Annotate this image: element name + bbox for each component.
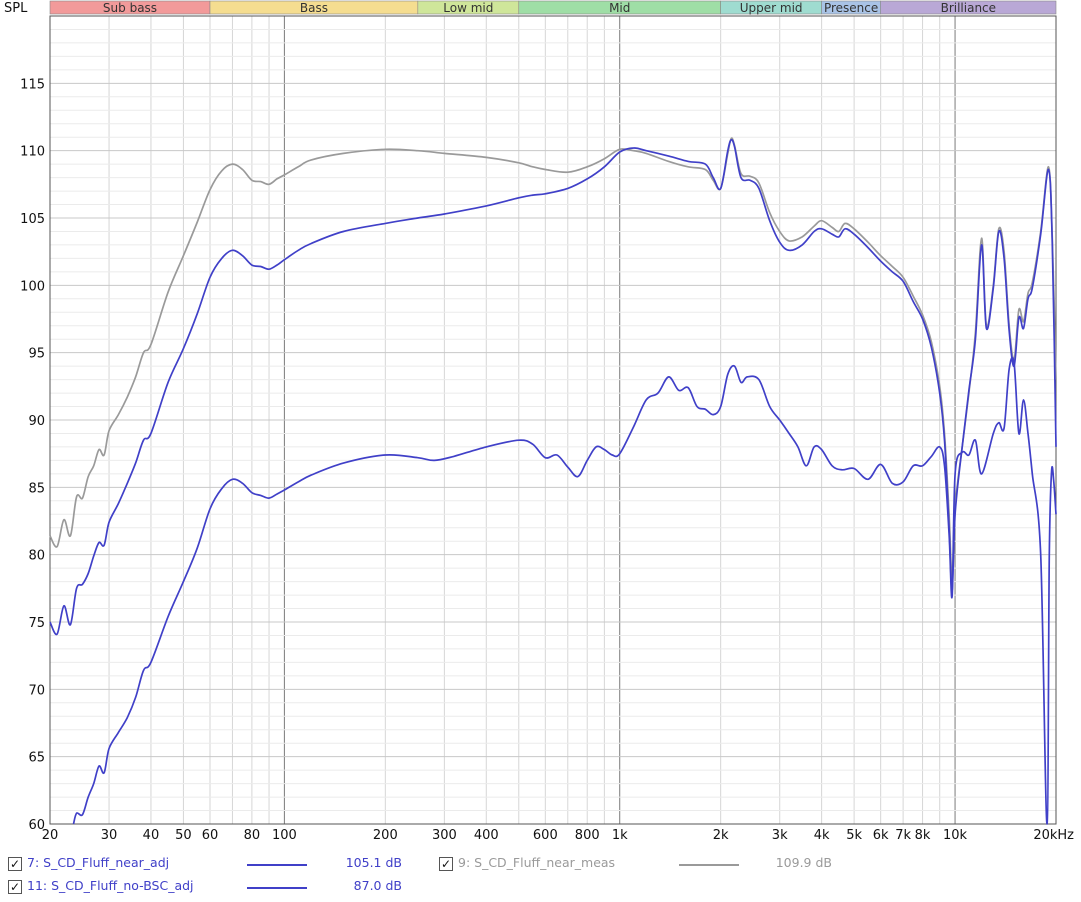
x-tick-label: 400 — [474, 828, 499, 843]
legend-value: 87.0 dB — [353, 878, 402, 893]
x-tick-label: 8k — [915, 828, 931, 843]
legend: ✓ 7: S_CD_Fluff_near_adj 105.1 dB ✓ 9: S… — [0, 848, 1081, 902]
band-label: Sub bass — [103, 1, 157, 15]
x-tick-label: 60 — [202, 828, 219, 843]
x-tick-label: 6k — [873, 828, 889, 843]
frequency-response-chart: Sub bass Bass Low mid Mid Upper mid Presence B… — [4, 0, 1074, 843]
y-tick-label: 100 — [20, 279, 45, 294]
x-tick-label: 3k — [772, 828, 788, 843]
x-tick-label: 30 — [101, 828, 118, 843]
y-tick-label: 85 — [28, 481, 45, 496]
y-tick-label: 105 — [20, 212, 45, 227]
legend-value: 105.1 dB — [345, 855, 402, 870]
legend-label: 11: S_CD_Fluff_no-BSC_adj — [27, 878, 194, 893]
band-label: Mid — [609, 1, 630, 15]
legend-line-swatch — [247, 887, 307, 889]
x-tick-label: 100 — [272, 828, 297, 843]
y-tick-label: 95 — [28, 347, 45, 362]
x-tick-label: 1k — [612, 828, 628, 843]
x-tick-label: 7k — [895, 828, 911, 843]
x-tick-label: 5k — [846, 828, 862, 843]
x-tick-label: 200 — [373, 828, 398, 843]
frequency-bands: Sub bass Bass Low mid Mid Upper mid Presence B… — [49, 0, 1057, 15]
legend-checkbox[interactable]: ✓ — [439, 857, 453, 871]
legend-item-near-meas[interactable]: ✓ 9: S_CD_Fluff_near_meas 109.9 dB — [430, 854, 850, 874]
y-tick-label: 65 — [28, 751, 45, 766]
x-tick-label: 300 — [432, 828, 457, 843]
x-tick-label: 20 — [42, 828, 59, 843]
band-label: Bass — [300, 1, 328, 15]
band-label: Presence — [824, 1, 878, 15]
x-tick-label: 40 — [143, 828, 160, 843]
x-tick-label: 800 — [575, 828, 600, 843]
y-tick-label: 110 — [20, 145, 45, 160]
y-tick-label: 75 — [28, 616, 45, 631]
y-tick-label: 90 — [28, 414, 45, 429]
legend-value: 109.9 dB — [775, 855, 832, 870]
band-label: Low mid — [443, 1, 493, 15]
y-tick-label: 80 — [28, 549, 45, 564]
x-tick-label: 80 — [244, 828, 261, 843]
x-tick-label: 20kHz — [1033, 828, 1074, 843]
x-tick-label: 50 — [175, 828, 192, 843]
band-label: Brilliance — [941, 1, 996, 15]
x-tick-label: 10k — [943, 828, 968, 843]
legend-item-near-adj[interactable]: ✓ 7: S_CD_Fluff_near_adj 105.1 dB — [0, 854, 420, 874]
legend-label: 7: S_CD_Fluff_near_adj — [27, 855, 170, 870]
legend-checkbox[interactable]: ✓ — [8, 880, 22, 894]
legend-line-swatch — [247, 864, 307, 866]
legend-line-swatch — [679, 864, 739, 866]
y-tick-label: 70 — [28, 683, 45, 698]
legend-label: 9: S_CD_Fluff_near_meas — [458, 855, 616, 870]
legend-item-no-bsc-adj[interactable]: ✓ 11: S_CD_Fluff_no-BSC_adj 87.0 dB — [0, 877, 420, 897]
band-label: Upper mid — [740, 1, 803, 15]
y-tick-label: 115 — [20, 77, 45, 92]
x-tick-label: 4k — [814, 828, 830, 843]
chart-grid — [49, 15, 1057, 825]
x-tick-label: 2k — [713, 828, 729, 843]
y-axis-label: SPL — [4, 1, 28, 16]
x-tick-label: 600 — [533, 828, 558, 843]
legend-checkbox[interactable]: ✓ — [8, 857, 22, 871]
